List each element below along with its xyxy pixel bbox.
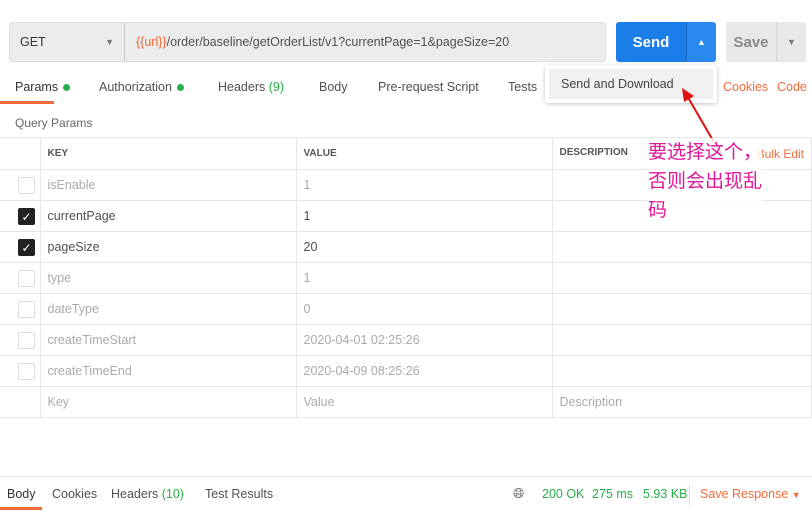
checkbox-header — [0, 137, 41, 170]
response-size: 5.93 KB — [643, 487, 688, 501]
tab-body[interactable]: Body — [319, 80, 348, 94]
checkbox-cell: ✓ — [0, 200, 41, 232]
divider — [689, 485, 690, 505]
annotation-note: 要选择这个， 否则会出现乱 码 — [648, 138, 763, 225]
tab-params[interactable]: Params — [15, 80, 71, 94]
param-row: createTimeStart 2020-04-01 02:25:26 — [0, 324, 812, 356]
save-options-button[interactable]: ▼ — [776, 22, 806, 62]
param-value[interactable]: 0 — [295, 293, 553, 325]
param-key[interactable]: createTimeStart — [39, 324, 297, 356]
param-row: type 1 — [0, 262, 812, 294]
empty-cell — [0, 386, 41, 418]
save-button[interactable]: Save — [726, 22, 776, 62]
param-value[interactable]: 1 — [295, 200, 553, 232]
param-checkbox[interactable] — [18, 300, 35, 318]
tab-headers[interactable]: Headers (9) — [218, 80, 284, 94]
chevron-down-icon: ▼ — [105, 37, 114, 47]
save-response-button[interactable]: Save Response ▼ — [700, 487, 801, 501]
checkbox-cell — [0, 293, 41, 325]
status-code: 200 OK — [542, 487, 585, 501]
checkbox-cell — [0, 169, 41, 201]
param-key[interactable]: type — [39, 262, 297, 294]
send-button[interactable]: Send — [616, 22, 686, 62]
param-checkbox[interactable] — [18, 269, 35, 287]
checkbox-cell — [0, 324, 41, 356]
key-header: KEY — [39, 137, 297, 170]
tab-label: Headers — [111, 487, 159, 501]
tab-response-body[interactable]: Body — [7, 487, 36, 501]
param-checkbox[interactable] — [18, 331, 35, 349]
headers-count: (10) — [161, 487, 184, 501]
chevron-down-icon: ▼ — [791, 490, 801, 500]
value-header: VALUE — [295, 137, 553, 170]
param-value[interactable]: 1 — [295, 169, 553, 201]
checkbox-cell: ✓ — [0, 231, 41, 263]
save-response-label: Save Response — [700, 487, 789, 501]
checkbox-cell — [0, 262, 41, 294]
chevron-up-icon: ▲ — [697, 37, 706, 47]
param-key[interactable]: dateType — [39, 293, 297, 325]
param-key[interactable]: currentPage — [39, 200, 297, 232]
active-tab-indicator — [0, 101, 54, 104]
query-params-title: Query Params — [15, 116, 93, 130]
status-dot — [176, 84, 184, 92]
param-row: ✓ pageSize 20 — [0, 231, 812, 263]
tab-response-headers[interactable]: Headers (10) — [111, 487, 184, 501]
send-options-button[interactable]: ▲ — [686, 22, 716, 62]
param-value[interactable]: 2020-04-01 02:25:26 — [295, 324, 553, 356]
globe-icon[interactable]: 🌐︎ — [513, 485, 524, 502]
annotation-line: 码 — [648, 199, 668, 221]
method-select[interactable]: GET ▼ — [9, 22, 125, 62]
param-checkbox[interactable] — [18, 176, 35, 194]
status-dot — [63, 84, 71, 92]
param-key[interactable]: createTimeEnd — [39, 355, 297, 387]
param-checkbox[interactable]: ✓ — [18, 238, 35, 256]
response-time: 275 ms — [592, 487, 633, 501]
new-param-row: Key Value Description — [0, 386, 812, 418]
param-row: dateType 0 — [0, 293, 812, 325]
url-variable: {{url}} — [136, 35, 167, 49]
bulk-edit-link[interactable]: Bulk Edit — [757, 147, 804, 161]
param-value[interactable]: 1 — [295, 262, 553, 294]
headers-count: (9) — [268, 80, 285, 94]
description-label: DESCRIPTION — [559, 146, 628, 158]
url-path: /order/baseline/getOrderList/v1?currentP… — [166, 35, 510, 49]
param-description[interactable] — [551, 293, 812, 325]
param-checkbox[interactable]: ✓ — [18, 207, 35, 225]
param-description[interactable] — [551, 355, 812, 387]
tab-authorization[interactable]: Authorization — [99, 80, 184, 94]
param-value[interactable]: 2020-04-09 08:25:26 — [295, 355, 553, 387]
annotation-line: 否则会出现乱 — [648, 170, 763, 192]
param-key[interactable]: isEnable — [39, 169, 297, 201]
tab-tests[interactable]: Tests — [508, 80, 537, 94]
value-input[interactable]: Value — [295, 386, 553, 418]
param-description[interactable] — [551, 231, 812, 263]
key-input[interactable]: Key — [39, 386, 297, 418]
description-input[interactable]: Description — [551, 386, 812, 418]
chevron-down-icon: ▼ — [787, 37, 796, 47]
code-link[interactable]: Code — [777, 80, 807, 94]
checkbox-cell — [0, 355, 41, 387]
param-checkbox[interactable] — [18, 362, 35, 380]
param-value[interactable]: 20 — [295, 231, 553, 263]
tab-label: Authorization — [99, 80, 172, 94]
param-description[interactable] — [551, 324, 812, 356]
param-row: createTimeEnd 2020-04-09 08:25:26 — [0, 355, 812, 387]
active-response-tab-indicator — [0, 507, 42, 510]
param-key[interactable]: pageSize — [39, 231, 297, 263]
tab-label: Headers — [218, 80, 266, 94]
method-value: GET — [20, 35, 46, 49]
tab-response-cookies[interactable]: Cookies — [52, 487, 97, 501]
tab-test-results[interactable]: Test Results — [205, 487, 273, 501]
param-description[interactable] — [551, 262, 812, 294]
response-bar: Body Cookies Headers (10) Test Results 🌐… — [0, 476, 812, 513]
annotation-line: 要选择这个， — [648, 141, 763, 163]
tab-label: Params — [15, 80, 59, 94]
url-input[interactable]: {{url}}/order/baseline/getOrderList/v1?c… — [124, 22, 606, 62]
tab-pre-request-script[interactable]: Pre-request Script — [378, 80, 479, 94]
